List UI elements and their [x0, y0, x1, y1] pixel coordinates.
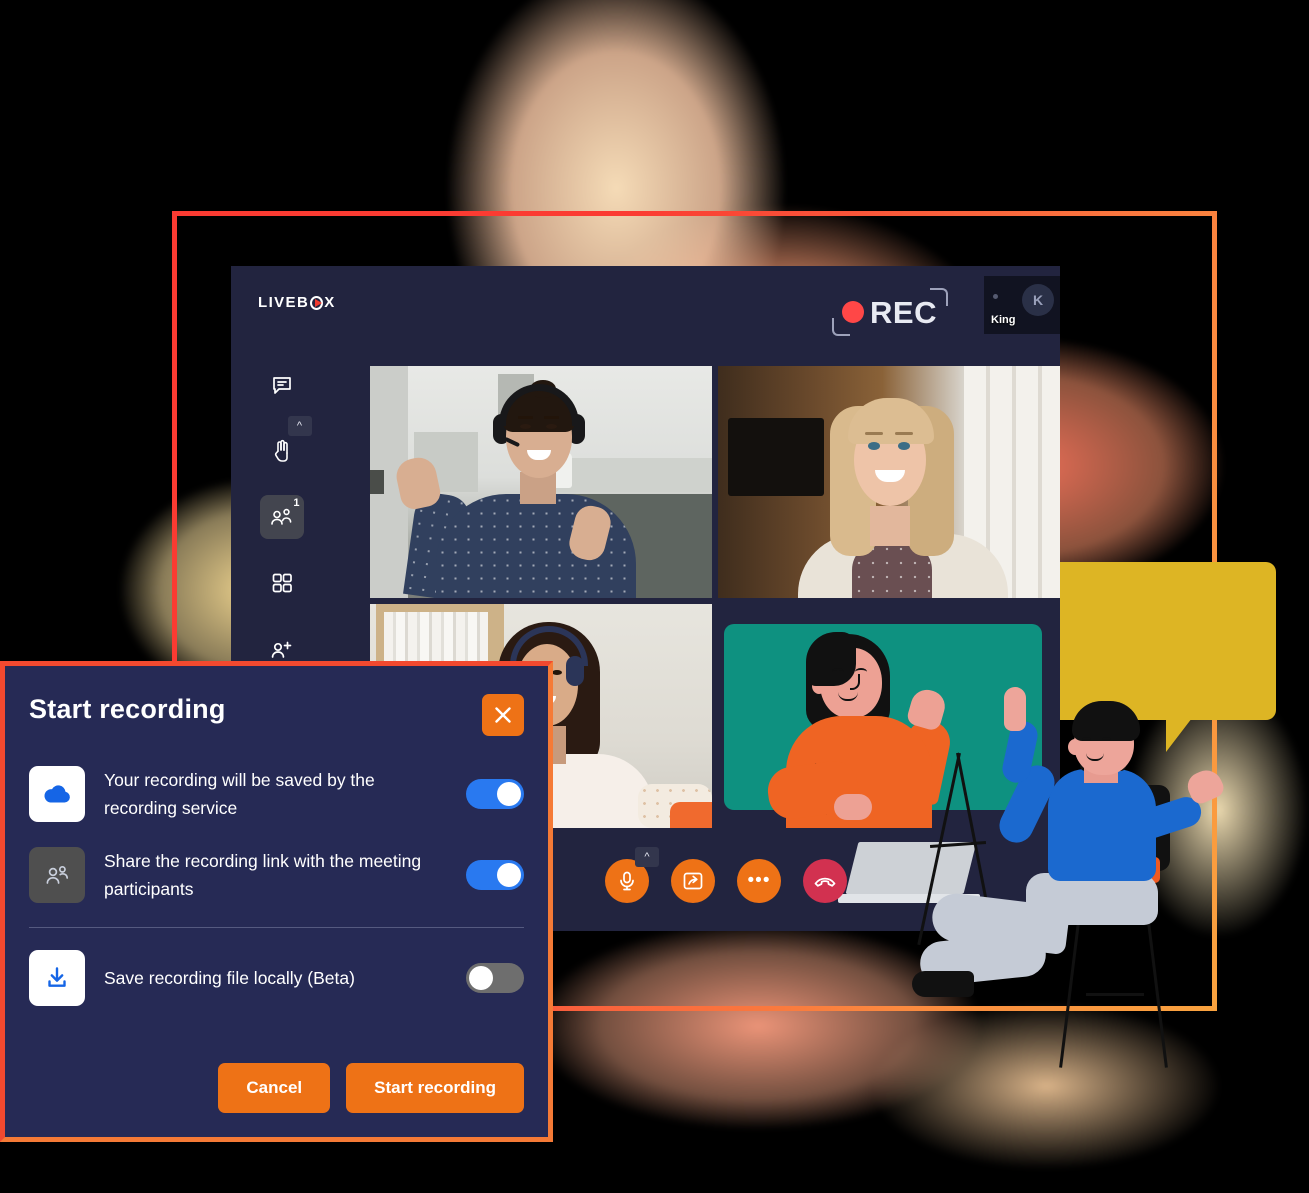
- sidebar-item-layout[interactable]: [260, 561, 304, 605]
- end-call-button[interactable]: [803, 859, 847, 903]
- start-recording-button[interactable]: Start recording: [346, 1063, 524, 1113]
- logo-text-after: X: [324, 294, 336, 311]
- app-header: LIVEB X REC K King: [231, 266, 1060, 356]
- sidebar-item-raise-hand[interactable]: ^: [260, 416, 312, 473]
- recording-dot-icon: [842, 301, 864, 323]
- dialog-header: Start recording: [29, 694, 524, 736]
- recording-indicator: REC: [832, 288, 948, 336]
- option-label: Share the recording link with the meetin…: [104, 850, 422, 900]
- seated-man-illustration: [912, 687, 1290, 1145]
- share-screen-icon: [682, 871, 704, 891]
- option-label: Save recording file locally (Beta): [104, 968, 355, 989]
- option-row-share-link: Share the recording link with the meetin…: [29, 847, 524, 904]
- grid-layout-icon: [270, 571, 294, 595]
- recording-options-list: Your recording will be saved by the reco…: [29, 766, 524, 1007]
- toggle-save-locally[interactable]: [466, 963, 524, 994]
- close-button[interactable]: [482, 694, 524, 736]
- rec-label: REC: [870, 295, 937, 330]
- avatar: K: [1022, 284, 1054, 316]
- start-recording-dialog: Start recording Your recording will be s…: [0, 661, 553, 1142]
- cloud-icon: [42, 783, 72, 805]
- participant-name: King: [991, 314, 1016, 326]
- share-screen-button[interactable]: [671, 859, 715, 903]
- toggle-share-link[interactable]: [466, 860, 524, 891]
- microphone-icon: [617, 870, 637, 892]
- cancel-button[interactable]: Cancel: [218, 1063, 331, 1113]
- download-icon: [43, 965, 71, 991]
- logo-o-mark: [310, 295, 324, 310]
- participant-video-tile[interactable]: [718, 366, 1060, 598]
- close-icon: [491, 703, 515, 727]
- sidebar-item-chat[interactable]: [260, 363, 304, 407]
- option-row-save-locally: Save recording file locally (Beta): [29, 950, 524, 1007]
- dialog-divider: [29, 927, 524, 929]
- participants-icon: [43, 863, 71, 887]
- chat-bubble-icon: [270, 373, 294, 397]
- dialog-title: Start recording: [29, 694, 226, 724]
- option-label: Your recording will be saved by the reco…: [104, 770, 375, 819]
- participants-icon: [269, 506, 295, 528]
- download-icon-tile: [29, 950, 85, 1007]
- self-video-tile[interactable]: K King: [984, 276, 1060, 334]
- mute-status-icon: [993, 294, 998, 299]
- microphone-button[interactable]: ^: [605, 847, 659, 903]
- dialog-actions: Cancel Start recording: [218, 1063, 524, 1113]
- participants-badge: 1: [293, 497, 300, 509]
- chevron-up-icon[interactable]: ^: [287, 416, 312, 436]
- livebox-logo: LIVEB X: [258, 294, 336, 311]
- logo-text-before: LIVEB: [258, 294, 310, 311]
- chevron-up-icon[interactable]: ^: [635, 847, 659, 867]
- more-options-button[interactable]: •••: [737, 859, 781, 903]
- cloud-icon-tile: [29, 766, 85, 823]
- phone-hangup-icon: [813, 872, 837, 890]
- add-person-icon: [269, 637, 295, 661]
- toggle-cloud-recording[interactable]: [466, 779, 524, 810]
- sidebar-item-participants[interactable]: 1: [259, 495, 304, 539]
- participant-video-tile[interactable]: [370, 366, 712, 598]
- raise-hand-icon: [270, 438, 294, 464]
- participants-icon-tile: [29, 847, 85, 904]
- option-row-cloud-recording: Your recording will be saved by the reco…: [29, 766, 524, 823]
- page-root: LIVEB X REC K King ^ 1 ^ ••• Start recor…: [0, 0, 1309, 1193]
